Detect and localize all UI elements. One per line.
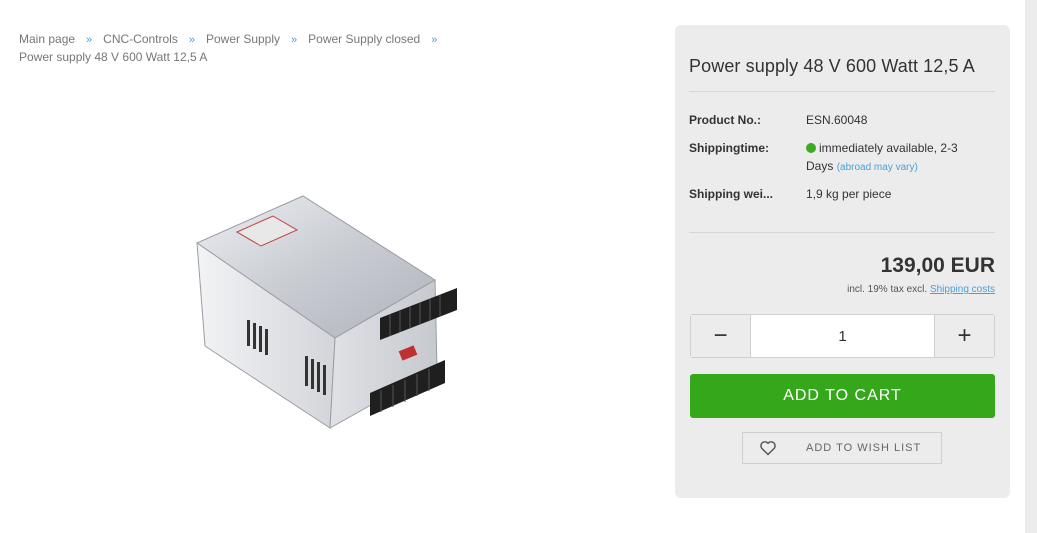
shipping-costs-link[interactable]: Shipping costs [930,284,995,295]
abroad-note-link[interactable]: (abroad may vary) [837,162,918,173]
shipping-time-label: Shippingtime: [689,141,769,155]
product-number-value: ESN.60048 [806,113,868,127]
product-buy-panel: Power supply 48 V 600 Watt 12,5 A Produc… [675,25,1010,498]
quantity-input[interactable]: 1 [751,315,934,357]
breadcrumb-item-cnc-controls[interactable]: CNC-Controls [103,32,178,46]
shipping-weight-label: Shipping wei... [689,187,773,201]
breadcrumb-separator: » [291,34,298,46]
divider [689,232,995,233]
product-image[interactable] [145,188,540,450]
breadcrumb-separator: » [188,34,195,46]
breadcrumb-separator: » [431,34,438,46]
decrease-quantity-button[interactable]: − [691,315,751,357]
quantity-stepper: − 1 + [690,314,995,358]
shipping-time-value-wrap: immediately available, 2-3 Days (abroad … [806,139,986,177]
shipping-weight-value: 1,9 kg per piece [806,187,892,201]
product-price: 139,00 EUR [880,254,995,277]
breadcrumb-separator: » [86,34,93,46]
product-title: Power supply 48 V 600 Watt 12,5 A [689,56,975,76]
breadcrumb: Main page » CNC-Controls » Power Supply » Powe… [19,31,479,66]
page-scrollbar-track[interactable] [1025,0,1037,533]
tax-text: incl. 19% tax excl. [847,284,928,295]
add-to-wish-list-button[interactable]: ADD TO WISH LIST [742,432,942,464]
increase-quantity-button[interactable]: + [934,315,994,357]
product-number-label: Product No.: [689,113,761,127]
availability-dot-icon [806,143,816,153]
breadcrumb-item-main-page[interactable]: Main page [19,32,75,46]
divider [689,91,995,92]
wish-list-label: ADD TO WISH LIST [806,442,922,454]
power-supply-unit-image [195,195,457,429]
breadcrumb-item-power-supply-closed[interactable]: Power Supply closed [308,32,420,46]
breadcrumb-item-power-supply[interactable]: Power Supply [206,32,280,46]
tax-info: incl. 19% tax excl. Shipping costs [847,284,995,295]
heart-icon [760,441,776,456]
breadcrumb-current: Power supply 48 V 600 Watt 12,5 A [19,50,208,64]
add-to-cart-button[interactable]: ADD TO CART [690,374,995,418]
